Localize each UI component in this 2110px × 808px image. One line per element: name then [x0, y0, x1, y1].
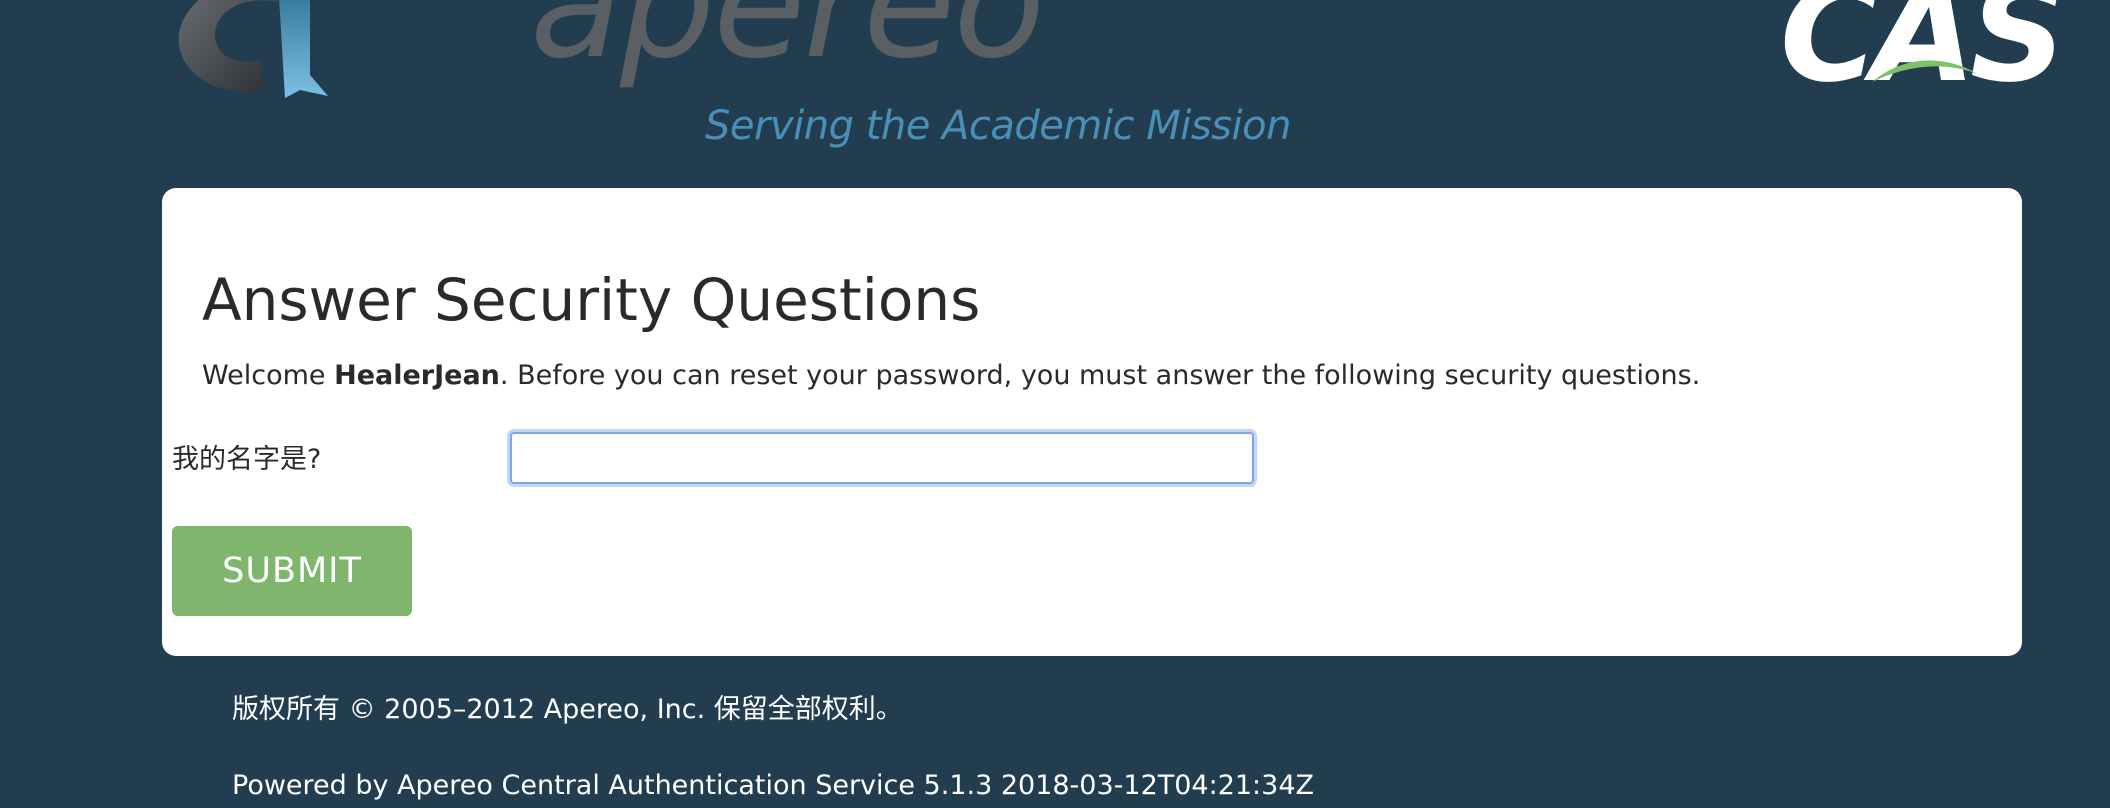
apereo-tagline: Serving the Academic Mission [705, 103, 1291, 149]
footer: 版权所有 © 2005–2012 Apereo, Inc. 保留全部权利。 Po… [232, 690, 1932, 806]
apereo-logo: apereo Serving the Academic Mission [160, 0, 1291, 150]
security-answer-input[interactable] [510, 432, 1254, 484]
powered-by-text: Powered by Apereo Central Authentication… [232, 770, 1315, 801]
intro-text: Welcome HealerJean. Before you can reset… [202, 356, 1700, 396]
apereo-wordmark: apereo [530, 0, 1045, 92]
security-questions-panel: Answer Security Questions Welcome Healer… [162, 188, 2022, 656]
copyright-text: 版权所有 © 2005–2012 Apereo, Inc. 保留全部权利。 [232, 694, 903, 725]
intro-prefix: Welcome [202, 360, 335, 391]
page-title: Answer Security Questions [202, 266, 981, 334]
security-question-label: 我的名字是? [172, 444, 322, 475]
cas-logo: CAS [1780, 0, 2067, 112]
username: HealerJean [334, 360, 500, 391]
apereo-mark-icon [178, 0, 328, 98]
header: apereo Serving the Academic Mission CAS [0, 0, 2110, 188]
submit-button[interactable]: SUBMIT [172, 526, 412, 616]
intro-suffix: . Before you can reset your password, yo… [499, 360, 1701, 391]
cas-swoosh-icon [1872, 60, 1978, 82]
